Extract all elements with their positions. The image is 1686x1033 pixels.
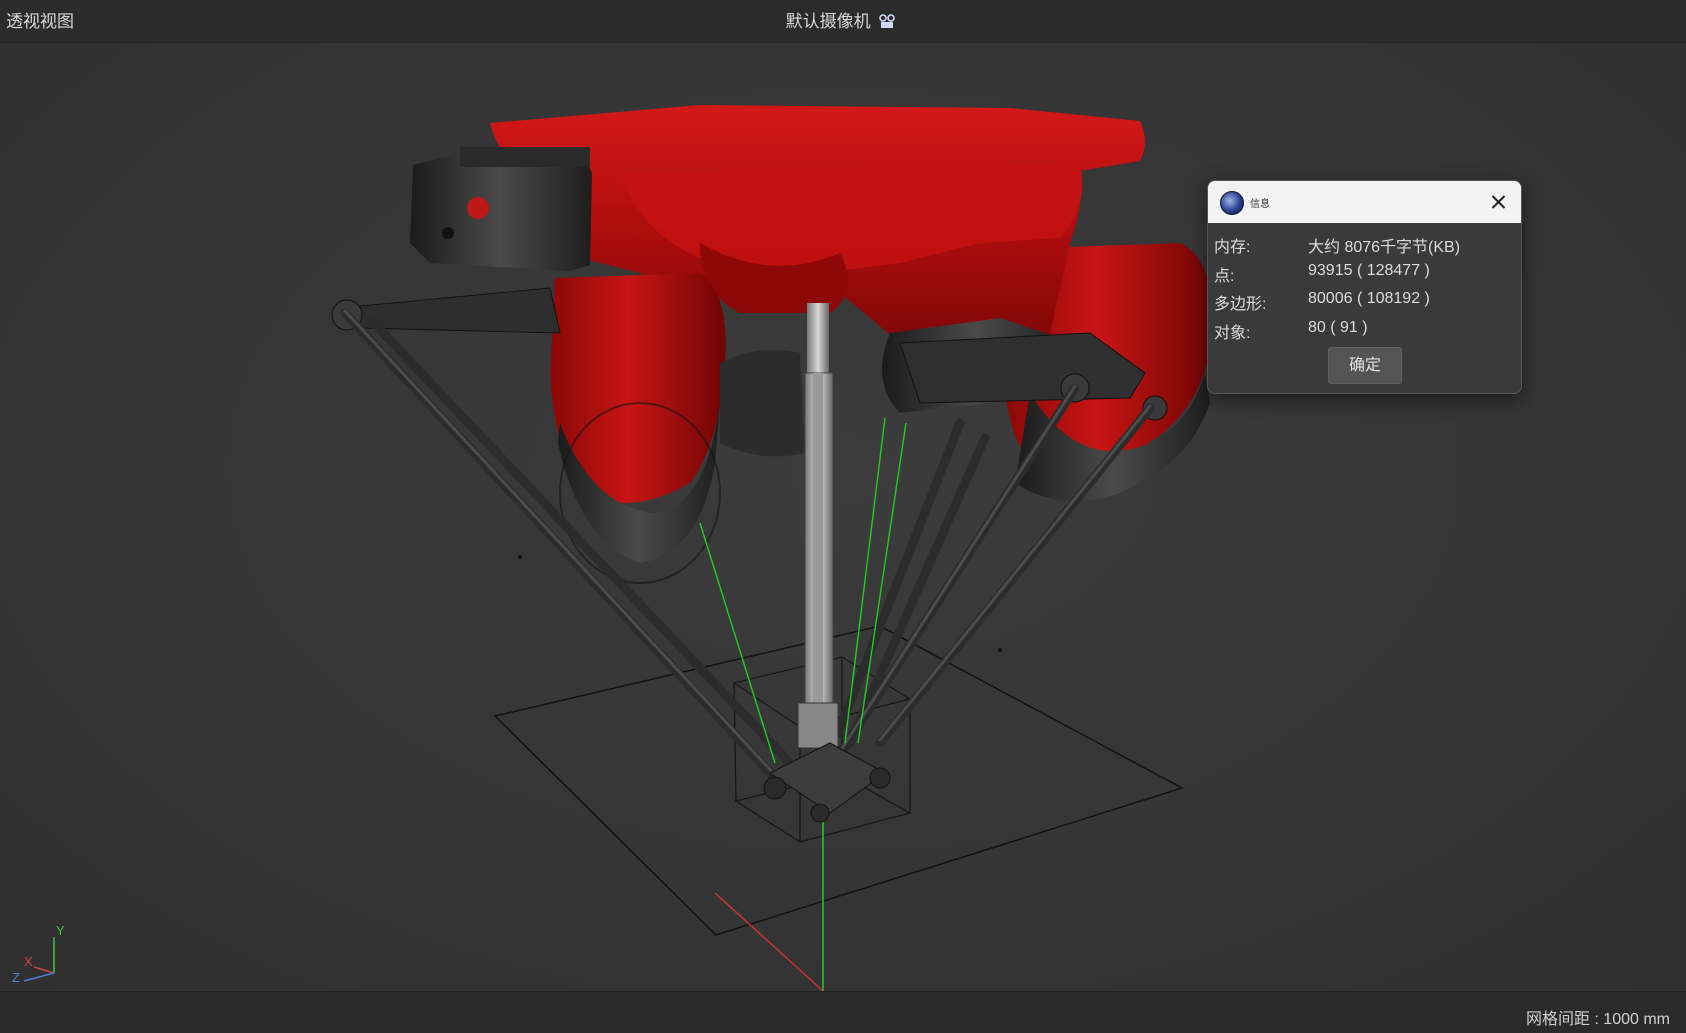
camera-name[interactable]: 默认摄像机 xyxy=(786,12,871,31)
info-label: 点: xyxy=(1214,267,1235,285)
telescopic-shaft xyxy=(797,303,839,749)
dialog-title: 信息 xyxy=(1250,199,1270,210)
viewport-footer: 网格间距 : 1000 mm xyxy=(0,991,1686,1033)
camera-icon[interactable] xyxy=(878,13,900,29)
ok-button[interactable]: 确定 xyxy=(1328,347,1402,384)
app-logo-icon xyxy=(1220,191,1244,215)
info-dialog: 信息 内存: 大约 8076千字节(KB) 点: 93915 ( 128477 … xyxy=(1207,180,1522,394)
axis-label-y: Y xyxy=(56,923,65,938)
info-label: 对象: xyxy=(1214,324,1251,342)
axis-label-x: X xyxy=(24,954,33,969)
servo-motor xyxy=(410,149,592,271)
info-value: 93915 ( 128477 ) xyxy=(1308,261,1430,279)
view-menu-perspective[interactable]: 透视视图 xyxy=(6,7,74,32)
info-label: 多边形: xyxy=(1214,296,1267,313)
info-value: 大约 8076千字节(KB) xyxy=(1308,239,1461,256)
upper-arm-left xyxy=(331,287,561,334)
dialog-body: 内存: 大约 8076千字节(KB) 点: 93915 ( 128477 ) 多… xyxy=(1208,223,1521,343)
axis-gizmo: Y X Z xyxy=(12,923,65,983)
close-icon[interactable] xyxy=(1483,187,1513,217)
info-value: 80006 ( 108192 ) xyxy=(1308,290,1430,307)
info-label: 内存: xyxy=(1214,239,1251,256)
info-row-points: 点: 93915 ( 128477 ) xyxy=(1214,258,1521,287)
axis-label-z: Z xyxy=(12,970,20,983)
dialog-titlebar[interactable]: 信息 xyxy=(1208,181,1521,223)
info-value: 80 ( 91 ) xyxy=(1308,318,1368,336)
info-row-polygons: 多边形: 80006 ( 108192 ) xyxy=(1214,286,1521,315)
camera-selector: 默认摄像机 xyxy=(0,7,1686,32)
viewport-header: 透视视图 默认摄像机 xyxy=(0,0,1686,43)
3d-viewport[interactable]: Y X Z 信息 内存: 大约 8076千字节(KB) 点: 93915 ( 1… xyxy=(0,43,1686,991)
info-row-memory: 内存: 大约 8076千字节(KB) xyxy=(1214,229,1521,258)
world-axis-x xyxy=(714,892,824,991)
grid-spacing-readout: 网格间距 : 1000 mm xyxy=(1525,1011,1670,1028)
info-row-objects: 对象: 80 ( 91 ) xyxy=(1214,315,1521,344)
